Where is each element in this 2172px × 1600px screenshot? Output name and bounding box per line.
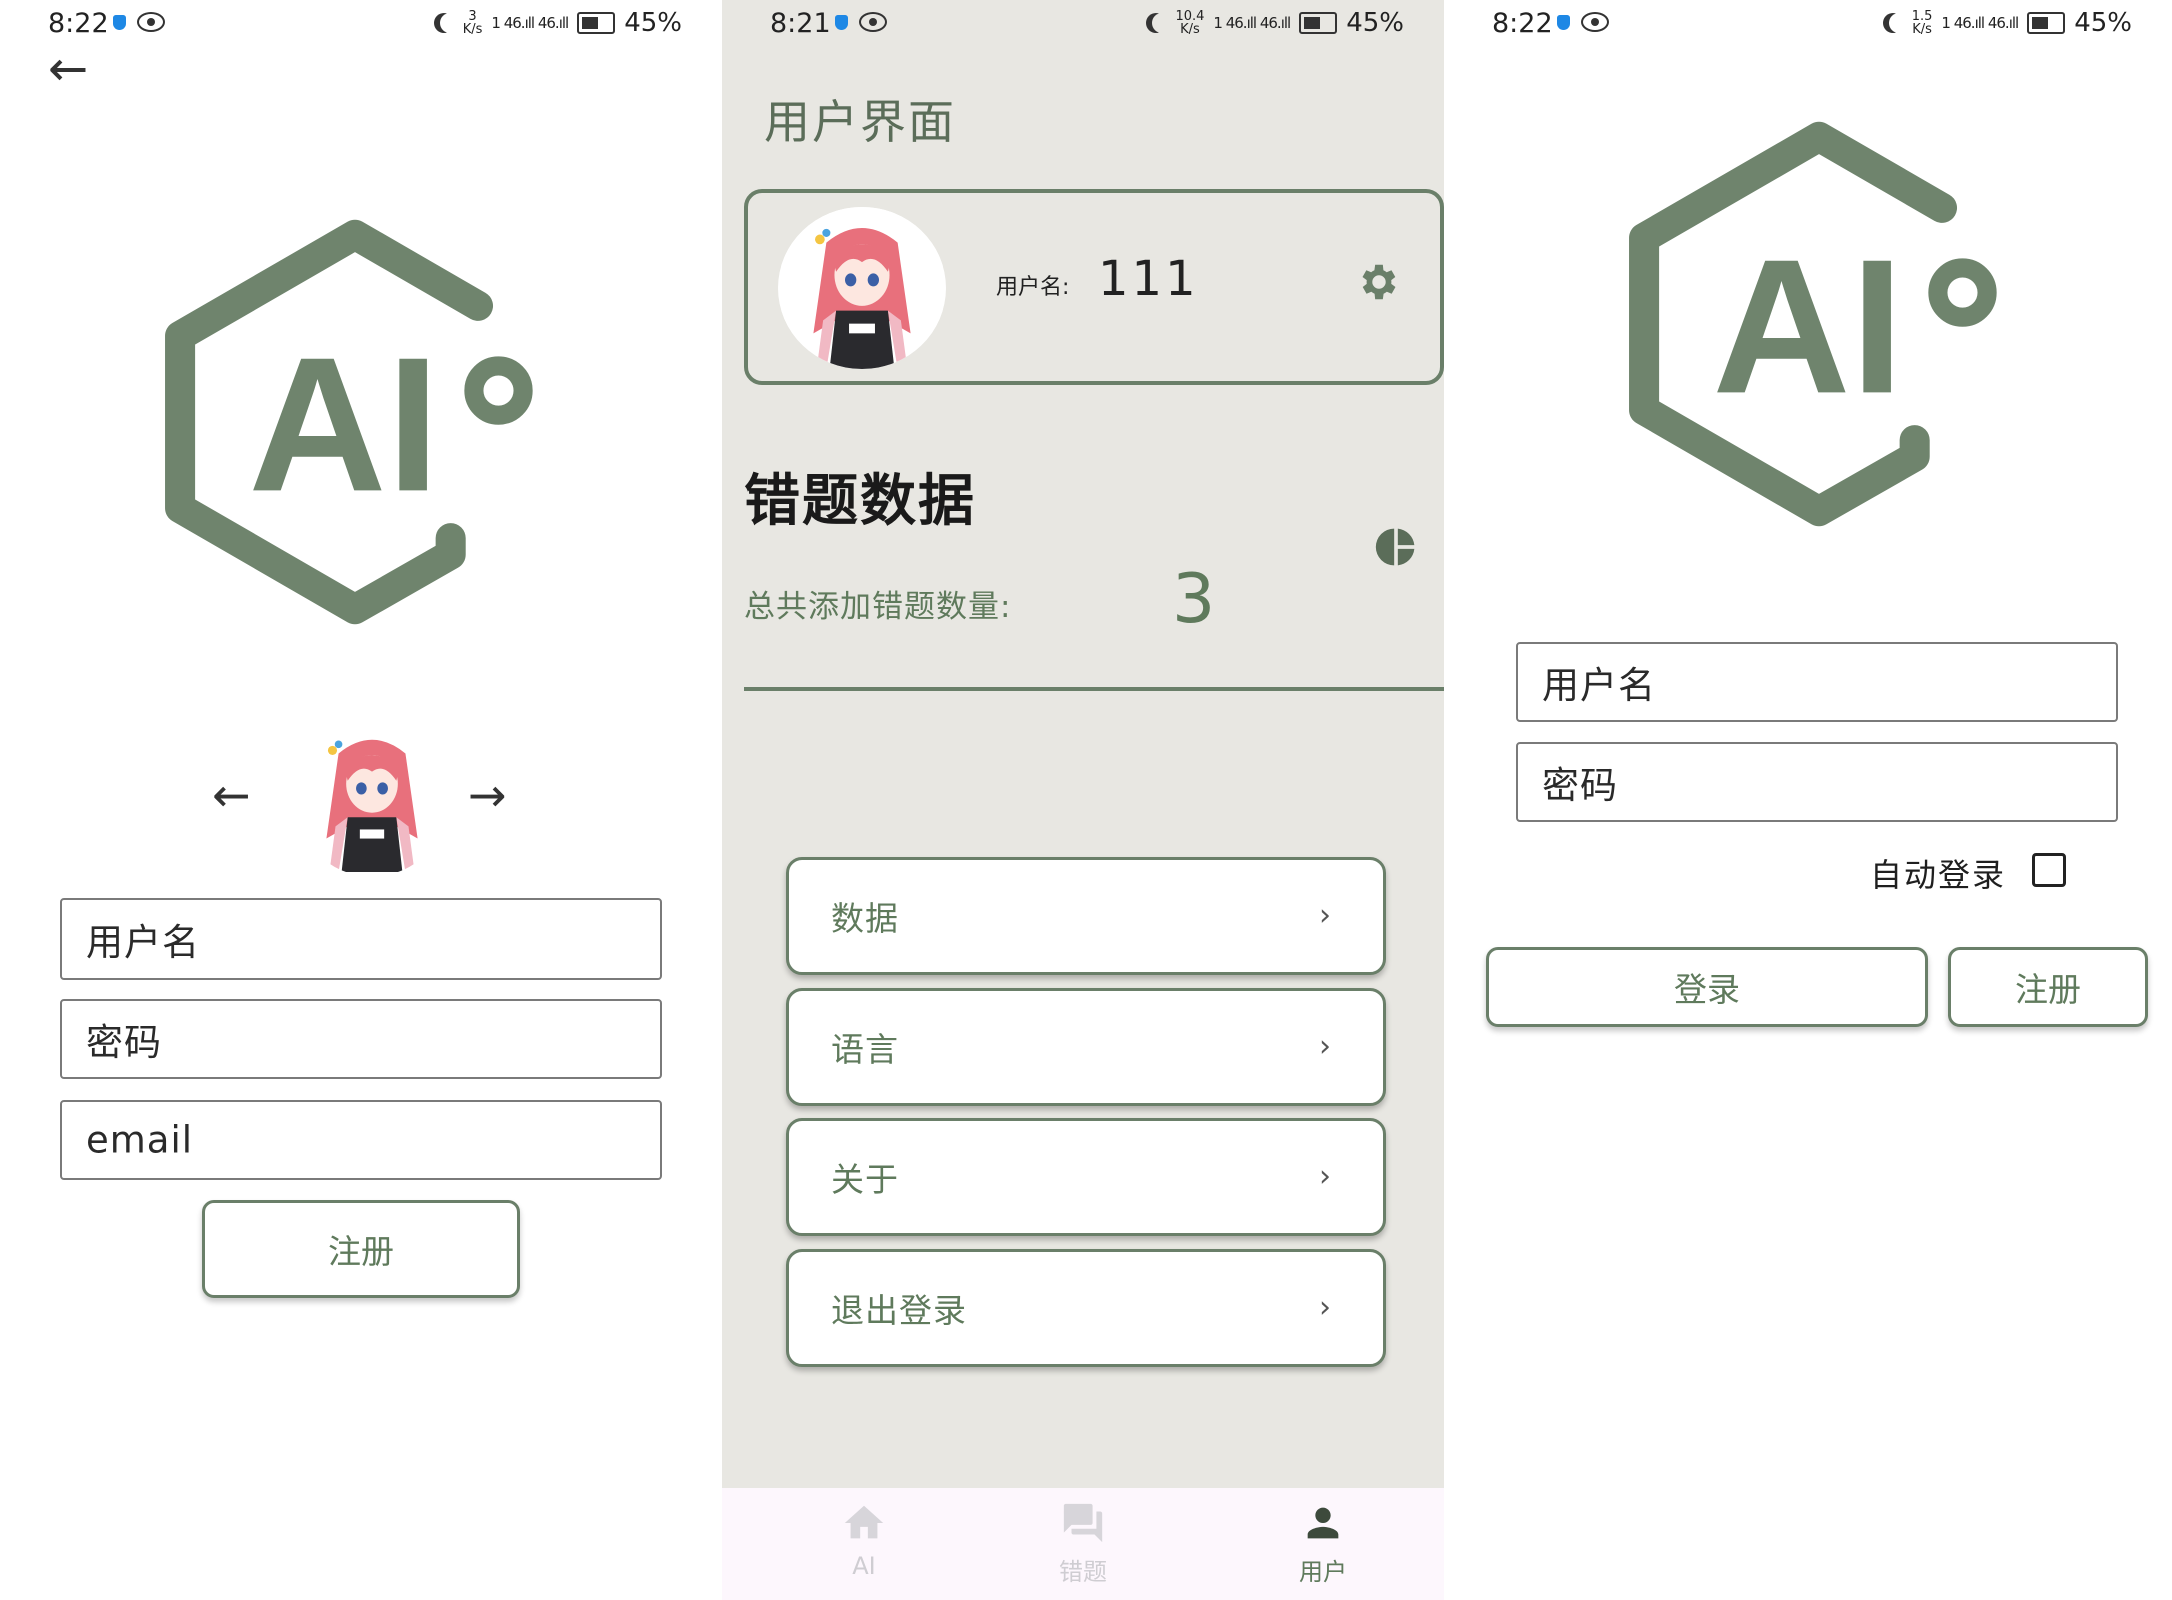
password-field[interactable]: 密码 bbox=[60, 999, 662, 1079]
chevron-right-icon: › bbox=[1319, 1158, 1331, 1194]
battery-percent: 45% bbox=[2074, 8, 2132, 38]
login-button[interactable]: 登录 bbox=[1486, 947, 1928, 1027]
bottom-navigation: AI 错题 用户 bbox=[722, 1488, 1444, 1600]
signal-icon: 1 46.ıll 46.ıll bbox=[1941, 14, 2019, 32]
status-time: 8:22 bbox=[1492, 8, 1553, 39]
eye-icon bbox=[137, 12, 165, 32]
avatar bbox=[778, 207, 946, 369]
speed-unit: K/s bbox=[462, 22, 483, 37]
shield-icon bbox=[113, 15, 126, 30]
auto-login-label: 自动登录 bbox=[1870, 856, 2007, 894]
shield-icon bbox=[835, 15, 848, 30]
email-field[interactable]: email bbox=[60, 1100, 662, 1180]
battery-icon bbox=[1299, 12, 1338, 34]
pie-chart-icon[interactable] bbox=[1374, 525, 1418, 569]
username-field[interactable]: 用户名 bbox=[60, 898, 662, 980]
shield-icon bbox=[1557, 15, 1570, 30]
status-indicators: 3 K/s 1 46.ıll 46.ıll 45% bbox=[434, 8, 682, 38]
register-button[interactable]: 注册 bbox=[202, 1200, 520, 1298]
username-placeholder: 用户名 bbox=[86, 921, 200, 964]
profile-card: 用户名: 111 bbox=[744, 189, 1444, 385]
total-mistakes-value: 3 bbox=[1172, 560, 1216, 639]
tab-ai[interactable]: AI bbox=[784, 1500, 944, 1580]
username-placeholder: 用户名 bbox=[1542, 664, 1656, 707]
menu-item-label: 数据 bbox=[831, 899, 899, 938]
menu-item-about[interactable]: 关于 › bbox=[786, 1118, 1386, 1236]
login-screen: 8:22 1.5 K/s 1 46.ıll 46.ıll 45% 用户名 密码 自… bbox=[1444, 0, 2172, 1600]
password-placeholder: 密码 bbox=[1542, 764, 1618, 807]
register-screen: 8:22 3 K/s 1 46.ıll 46.ıll 45% ← ← → 用户名 … bbox=[0, 0, 722, 1600]
signal-icon: 1 46.ıll 46.ıll bbox=[1213, 14, 1291, 32]
register-button[interactable]: 注册 bbox=[1948, 947, 2148, 1027]
signal-icon: 1 46.ıll 46.ıll bbox=[491, 14, 569, 32]
tab-label: 错题 bbox=[1059, 1558, 1107, 1586]
total-mistakes-label: 总共添加错题数量: bbox=[744, 589, 1012, 625]
menu-item-logout[interactable]: 退出登录 › bbox=[786, 1249, 1386, 1367]
login-button-label: 登录 bbox=[1674, 970, 1740, 1009]
section-title: 错题数据 bbox=[744, 469, 976, 534]
ai-logo bbox=[150, 210, 560, 634]
email-placeholder: email bbox=[86, 1118, 194, 1162]
arrow-left-icon[interactable]: ← bbox=[48, 45, 88, 93]
moon-icon bbox=[1152, 13, 1172, 33]
password-field[interactable]: 密码 bbox=[1516, 742, 2118, 822]
tab-label: AI bbox=[852, 1552, 876, 1580]
chevron-right-icon: › bbox=[1319, 1028, 1331, 1064]
home-icon bbox=[844, 1505, 884, 1539]
username-label: 用户名: bbox=[996, 275, 1070, 300]
status-bar: 8:22 3 K/s 1 46.ıll 46.ıll 45% bbox=[0, 0, 722, 46]
menu-item-label: 退出登录 bbox=[831, 1291, 967, 1330]
battery-icon bbox=[2027, 12, 2066, 34]
username-value: 111 bbox=[1098, 251, 1199, 307]
status-bar: 8:22 1.5 K/s 1 46.ıll 46.ıll 45% bbox=[1444, 0, 2172, 46]
status-bar: 8:21 10.4 K/s 1 46.ıll 46.ıll 45% bbox=[722, 0, 1444, 46]
menu-item-label: 语言 bbox=[831, 1030, 899, 1069]
profile-screen: 8:21 10.4 K/s 1 46.ıll 46.ıll 45% 用户界面 用户… bbox=[722, 0, 1444, 1600]
menu-item-label: 关于 bbox=[831, 1160, 899, 1199]
auto-login-checkbox[interactable] bbox=[2032, 853, 2066, 887]
username-field[interactable]: 用户名 bbox=[1516, 642, 2118, 722]
status-indicators: 10.4 K/s 1 46.ıll 46.ıll 45% bbox=[1146, 8, 1404, 38]
speed-unit: K/s bbox=[1912, 22, 1932, 37]
tab-label: 用户 bbox=[1299, 1558, 1347, 1586]
app-screens: 8:22 3 K/s 1 46.ıll 46.ıll 45% ← ← → 用户名 … bbox=[0, 0, 2172, 1600]
next-avatar-arrow-icon[interactable]: → bbox=[468, 772, 507, 818]
eye-icon bbox=[1581, 12, 1609, 32]
divider bbox=[744, 687, 1444, 691]
password-placeholder: 密码 bbox=[86, 1021, 162, 1064]
tab-user[interactable]: 用户 bbox=[1243, 1500, 1403, 1587]
gear-icon[interactable] bbox=[1356, 259, 1402, 305]
speed-unit: K/s bbox=[1180, 22, 1200, 37]
register-button-label: 注册 bbox=[2015, 970, 2081, 1009]
network-speed: 10.4 K/s bbox=[1175, 10, 1204, 36]
status-indicators: 1.5 K/s 1 46.ıll 46.ıll 45% bbox=[1883, 8, 2132, 38]
moon-icon bbox=[440, 13, 460, 33]
person-icon bbox=[1307, 1507, 1339, 1539]
network-speed: 3 K/s bbox=[463, 10, 483, 36]
menu-item-data[interactable]: 数据 › bbox=[786, 857, 1386, 975]
ai-logo bbox=[1614, 112, 2024, 536]
chevron-right-icon: › bbox=[1319, 897, 1331, 933]
moon-icon bbox=[1889, 13, 1909, 33]
avatar bbox=[296, 716, 448, 876]
status-time: 8:22 bbox=[48, 8, 109, 39]
battery-percent: 45% bbox=[624, 8, 682, 38]
battery-percent: 45% bbox=[1346, 8, 1404, 38]
menu-item-language[interactable]: 语言 › bbox=[786, 988, 1386, 1106]
tab-mistakes[interactable]: 错题 bbox=[1003, 1500, 1163, 1587]
forum-icon bbox=[1063, 1503, 1103, 1543]
status-time: 8:21 bbox=[770, 8, 831, 39]
network-speed: 1.5 K/s bbox=[1912, 10, 1933, 36]
battery-icon bbox=[577, 12, 616, 34]
register-button-label: 注册 bbox=[328, 1232, 394, 1271]
previous-avatar-arrow-icon[interactable]: ← bbox=[212, 772, 251, 818]
page-title: 用户界面 bbox=[764, 95, 956, 149]
chevron-right-icon: › bbox=[1319, 1289, 1331, 1325]
eye-icon bbox=[859, 12, 887, 32]
